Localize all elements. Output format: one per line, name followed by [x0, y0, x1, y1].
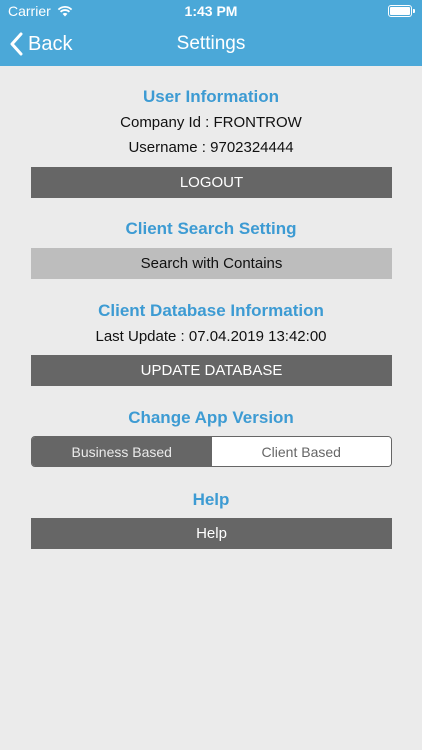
navigation-bar: Carrier 1:43 PM Back Settings [0, 0, 422, 66]
clock: 1:43 PM [184, 3, 238, 19]
last-update-text: Last Update : 07.04.2019 13:42:00 [95, 328, 327, 345]
client-database-heading: Client Database Information [98, 301, 324, 320]
help-heading: Help [192, 490, 230, 509]
help-button[interactable]: Help [31, 518, 392, 549]
user-information-heading: User Information [142, 87, 280, 106]
segment-client-based[interactable]: Client Based [211, 437, 391, 466]
search-with-contains-button[interactable]: Search with Contains [31, 248, 392, 279]
username-text: Username : 9702324444 [128, 139, 294, 156]
update-database-button[interactable]: UPDATE DATABASE [31, 355, 392, 386]
battery-icon [388, 5, 415, 17]
logout-button[interactable]: LOGOUT [31, 167, 392, 198]
segment-business-based[interactable]: Business Based [32, 437, 212, 466]
app-version-segmented-control: Business Based Client Based [31, 436, 392, 467]
page-title: Settings [176, 33, 246, 54]
status-bar: Carrier 1:43 PM [0, 0, 422, 22]
change-app-version-heading: Change App Version [128, 408, 294, 427]
company-id-text: Company Id : FRONTROW [120, 114, 302, 131]
client-search-heading: Client Search Setting [125, 219, 297, 238]
